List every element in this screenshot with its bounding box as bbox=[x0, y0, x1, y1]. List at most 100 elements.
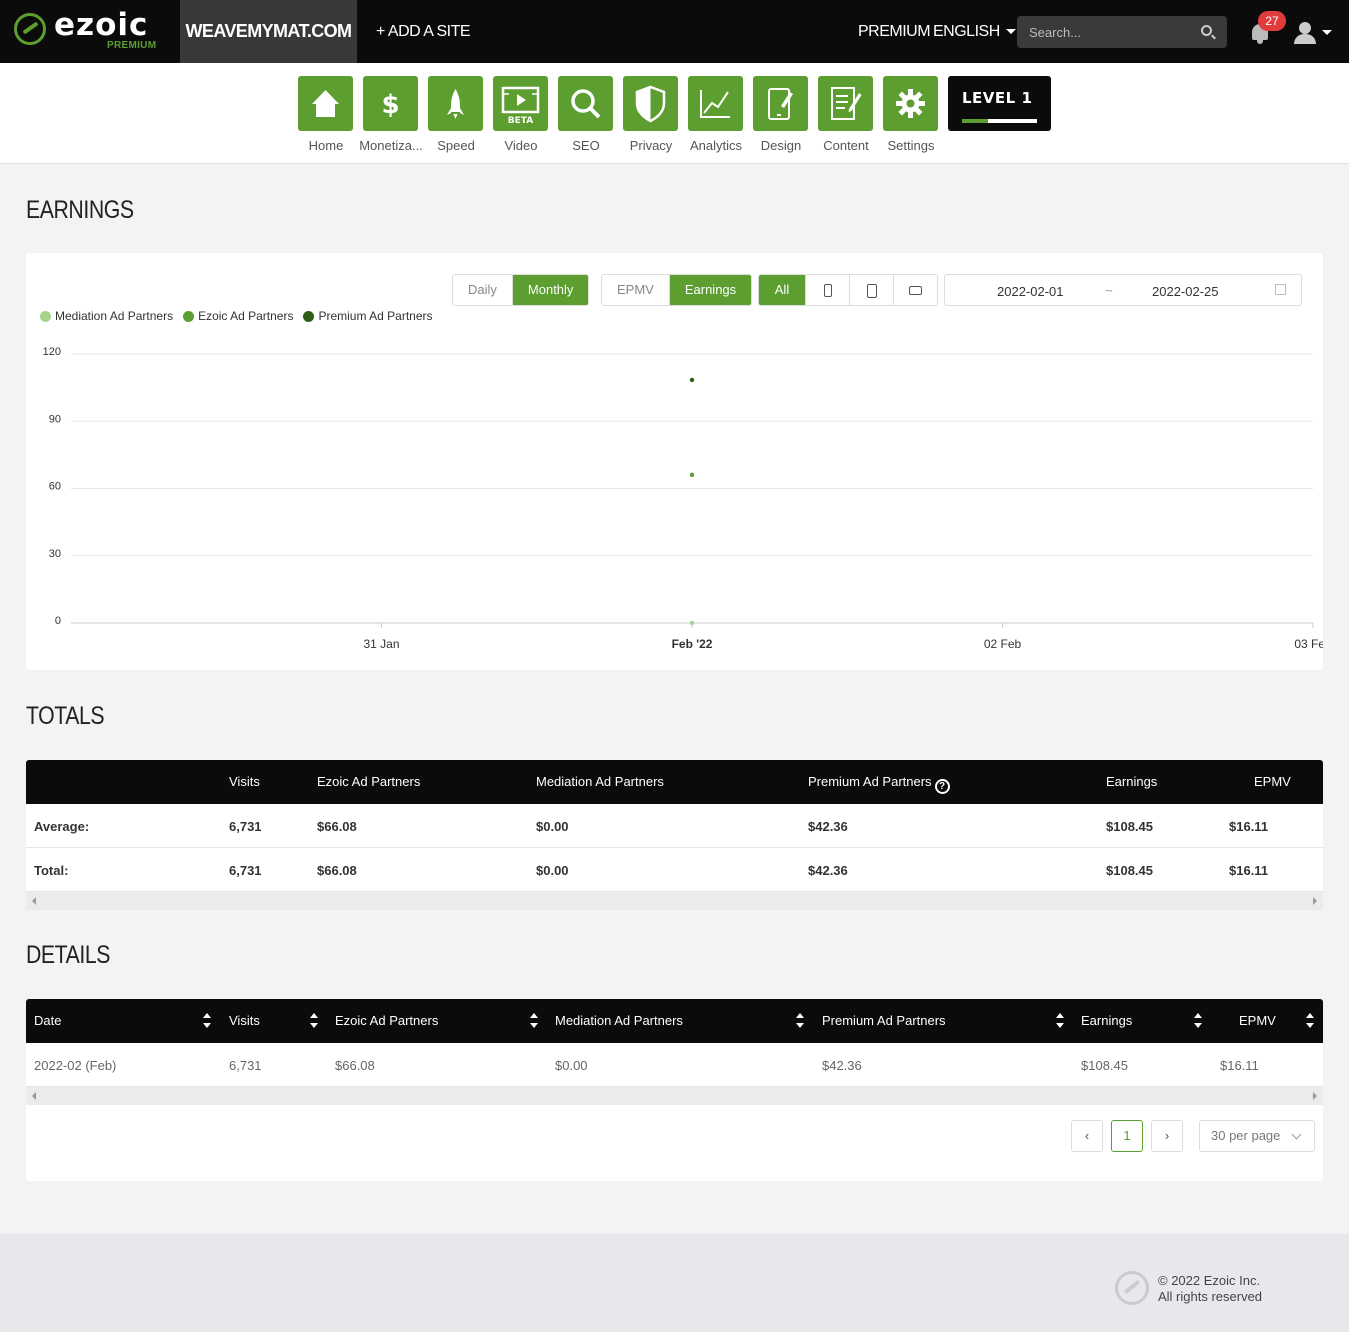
column-header-earnings[interactable]: Earnings bbox=[1081, 1013, 1132, 1028]
app-speed[interactable]: Speed bbox=[428, 76, 483, 153]
column-header-epmv[interactable]: EPMV bbox=[1239, 1013, 1276, 1028]
chevron-down-icon bbox=[1005, 29, 1016, 35]
app-analytics[interactable]: Analytics bbox=[688, 76, 743, 153]
earnings-heading: EARNINGS bbox=[26, 196, 134, 224]
column-header-ezoic: Ezoic Ad Partners bbox=[317, 774, 421, 789]
cell-visits: 6,731 bbox=[229, 1058, 262, 1073]
scroll-left-arrow-icon[interactable] bbox=[32, 897, 36, 905]
cell-premium: $42.36 bbox=[808, 863, 848, 878]
column-header-date[interactable]: Date bbox=[34, 1013, 61, 1028]
logo-wordmark: ezoic bbox=[54, 7, 149, 43]
level-badge[interactable]: LEVEL 1 bbox=[948, 76, 1051, 131]
ezoic-logo[interactable]: ezoic PREMIUM bbox=[14, 7, 164, 55]
video-beta-icon: BETA bbox=[493, 76, 548, 131]
column-header-ezoic[interactable]: Ezoic Ad Partners bbox=[335, 1013, 438, 1028]
details-table: Date Visits Ezoic Ad Partners Mediation … bbox=[26, 999, 1323, 1105]
app-privacy[interactable]: Privacy bbox=[623, 76, 678, 153]
sort-icon[interactable] bbox=[796, 1013, 804, 1029]
ezoic-logo-icon bbox=[14, 13, 46, 45]
x-tick-label: Feb '22 bbox=[672, 637, 713, 651]
y-tick-label: 120 bbox=[43, 346, 61, 358]
app-settings[interactable]: Settings bbox=[883, 76, 938, 153]
sort-icon[interactable] bbox=[310, 1013, 318, 1029]
sort-icon[interactable] bbox=[203, 1013, 211, 1029]
beta-tag: BETA bbox=[508, 116, 533, 126]
search-box[interactable] bbox=[1017, 16, 1227, 48]
column-header-mediation[interactable]: Mediation Ad Partners bbox=[555, 1013, 683, 1028]
user-menu-chevron-icon[interactable] bbox=[1322, 30, 1332, 35]
column-header-premium[interactable]: Premium Ad Partners bbox=[822, 1013, 946, 1028]
search-icon[interactable] bbox=[1201, 25, 1212, 36]
app-video[interactable]: BETA Video bbox=[493, 76, 548, 153]
table-row: 2022-02 (Feb) 6,731 $66.08 $0.00 $42.36 … bbox=[26, 1043, 1323, 1087]
home-icon bbox=[298, 76, 353, 131]
x-tick-label: 31 Jan bbox=[363, 637, 399, 651]
row-label: Total: bbox=[34, 863, 69, 878]
sort-icon[interactable] bbox=[1194, 1013, 1202, 1029]
cell-premium: $42.36 bbox=[822, 1058, 862, 1073]
cell-mediation: $0.00 bbox=[536, 863, 569, 878]
app-monetization[interactable]: $ Monetiza... bbox=[359, 76, 423, 153]
y-tick-label: 30 bbox=[49, 548, 61, 560]
cell-mediation: $0.00 bbox=[536, 819, 569, 834]
user-avatar-icon[interactable] bbox=[1293, 22, 1317, 44]
sort-icon[interactable] bbox=[530, 1013, 538, 1029]
level-progress-fill bbox=[962, 119, 989, 123]
gear-icon bbox=[883, 76, 938, 131]
prev-page-button[interactable]: ‹ bbox=[1071, 1120, 1103, 1152]
add-site-link[interactable]: + ADD A SITE bbox=[376, 0, 471, 63]
design-icon bbox=[753, 76, 808, 131]
table-row: Average: 6,731 $66.08 $0.00 $42.36 $108.… bbox=[26, 804, 1323, 848]
footer-text: © 2022 Ezoic Inc. All rights reserved bbox=[1158, 1273, 1262, 1305]
scroll-right-arrow-icon[interactable] bbox=[1313, 897, 1317, 905]
app-content[interactable]: Content bbox=[818, 76, 873, 153]
column-header-premium: Premium Ad Partners? bbox=[808, 774, 950, 794]
scroll-left-arrow-icon[interactable] bbox=[32, 1092, 36, 1100]
column-header-visits[interactable]: Visits bbox=[229, 1013, 260, 1028]
details-table-header: Date Visits Ezoic Ad Partners Mediation … bbox=[26, 999, 1323, 1043]
column-header-epmv: EPMV bbox=[1254, 774, 1291, 789]
column-header-premium-label: Premium Ad Partners bbox=[808, 774, 932, 789]
cell-visits: 6,731 bbox=[229, 819, 262, 834]
x-tick-label: 02 Feb bbox=[984, 637, 1022, 651]
y-tick-label: 90 bbox=[49, 413, 61, 425]
search-input[interactable] bbox=[1017, 16, 1197, 48]
totals-heading: TOTALS bbox=[26, 702, 105, 730]
y-tick-label: 60 bbox=[49, 481, 61, 493]
row-label: Average: bbox=[34, 819, 90, 834]
cell-ezoic: $66.08 bbox=[335, 1058, 375, 1073]
next-page-button[interactable]: › bbox=[1151, 1120, 1183, 1152]
logo-tier: PREMIUM bbox=[107, 40, 157, 51]
cell-epmv: $16.11 bbox=[1229, 863, 1269, 878]
sort-icon[interactable] bbox=[1056, 1013, 1064, 1029]
cell-epmv: $16.11 bbox=[1229, 819, 1269, 834]
copyright: © 2022 Ezoic Inc. bbox=[1158, 1273, 1261, 1288]
footer: © 2022 Ezoic Inc. All rights reserved bbox=[0, 1234, 1349, 1332]
help-icon[interactable]: ? bbox=[934, 779, 950, 794]
language-label: ENGLISH bbox=[933, 23, 1000, 40]
current-site-tab[interactable]: WEAVEMYMAT.COM bbox=[180, 0, 357, 63]
totals-horizontal-scrollbar[interactable] bbox=[26, 892, 1323, 910]
line-chart-icon bbox=[688, 76, 743, 131]
y-tick-label: 0 bbox=[55, 615, 61, 627]
app-design[interactable]: Design bbox=[753, 76, 808, 153]
data-point[interactable] bbox=[689, 620, 695, 626]
per-page-value: 30 per page bbox=[1211, 1128, 1281, 1143]
app-label: Settings bbox=[887, 138, 935, 153]
cell-earnings: $108.45 bbox=[1106, 819, 1153, 834]
content-icon bbox=[818, 76, 873, 131]
data-point[interactable] bbox=[689, 377, 695, 383]
app-home[interactable]: Home bbox=[298, 76, 353, 153]
cell-mediation: $0.00 bbox=[555, 1058, 588, 1073]
app-seo[interactable]: SEO bbox=[558, 76, 613, 153]
details-horizontal-scrollbar[interactable] bbox=[26, 1087, 1323, 1105]
details-heading: DETAILS bbox=[26, 941, 111, 969]
page-number-button[interactable]: 1 bbox=[1111, 1120, 1143, 1152]
data-point[interactable] bbox=[689, 472, 695, 478]
sort-icon[interactable] bbox=[1306, 1013, 1314, 1029]
scroll-right-arrow-icon[interactable] bbox=[1313, 1092, 1317, 1100]
totals-table-header: Visits Ezoic Ad Partners Mediation Ad Pa… bbox=[26, 760, 1323, 804]
per-page-select[interactable]: 30 per page bbox=[1199, 1120, 1315, 1152]
language-dropdown[interactable]: ENGLISH bbox=[933, 0, 1016, 63]
premium-link[interactable]: PREMIUM bbox=[858, 0, 931, 63]
